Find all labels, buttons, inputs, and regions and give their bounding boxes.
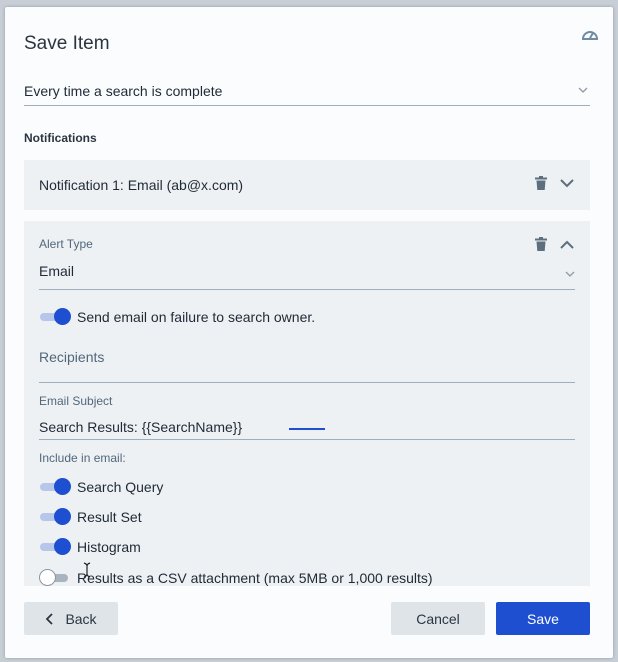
notifications-heading: Notifications	[24, 131, 97, 145]
notification-header[interactable]: Notification 1: Email (ab@x.com)	[24, 160, 590, 210]
chevron-left-icon	[46, 612, 54, 625]
text-cursor-icon	[83, 562, 91, 578]
toggle-knob	[54, 308, 71, 325]
failure-email-label: Send email on failure to search owner.	[77, 309, 316, 325]
toggle-knob	[54, 508, 71, 525]
result-set-label: Result Set	[77, 509, 142, 525]
back-button[interactable]: Back	[24, 602, 118, 635]
frequency-select[interactable]: Every time a search is complete	[24, 81, 590, 106]
alert-type-label: Alert Type	[39, 237, 93, 251]
email-subject-label: Email Subject	[39, 394, 113, 408]
save-label: Save	[527, 610, 559, 627]
trash-icon[interactable]	[535, 176, 547, 190]
toggle-knob	[54, 478, 71, 495]
result-set-toggle[interactable]	[39, 508, 71, 526]
save-item-dialog: Save Item Every time a search is complet…	[5, 7, 613, 658]
email-subject-input[interactable]: Search Results: {{SearchName}}	[39, 419, 242, 435]
histogram-label: Histogram	[77, 539, 141, 555]
recipients-field[interactable]: Recipients	[39, 349, 104, 365]
email-subject-underline	[39, 439, 575, 440]
back-label: Back	[65, 610, 97, 627]
histogram-toggle[interactable]	[39, 538, 71, 556]
cancel-button[interactable]: Cancel	[391, 602, 485, 635]
chevron-down-icon	[578, 87, 588, 93]
scroll-indicator	[289, 428, 325, 430]
notification-detail-panel: Alert Type Email Send email on failure t…	[24, 221, 590, 586]
save-button[interactable]: Save	[496, 602, 590, 635]
toggle-knob	[54, 538, 71, 555]
failure-email-toggle[interactable]	[39, 308, 71, 326]
include-in-email-label: Include in email:	[39, 451, 126, 465]
frequency-value: Every time a search is complete	[24, 83, 223, 99]
trash-icon[interactable]	[535, 237, 547, 251]
notification-label: Notification 1: Email (ab@x.com)	[39, 177, 244, 193]
chevron-up-icon[interactable]	[560, 240, 574, 249]
search-query-label: Search Query	[77, 479, 164, 495]
dialog-title: Save Item	[24, 33, 110, 54]
csv-attachment-toggle[interactable]	[39, 569, 71, 587]
chevron-down-icon[interactable]	[560, 179, 574, 188]
cancel-label: Cancel	[416, 610, 460, 627]
search-query-toggle[interactable]	[39, 478, 71, 496]
toggle-knob	[39, 569, 56, 586]
dashboard-gauge-icon[interactable]	[581, 27, 599, 41]
chevron-down-icon	[565, 271, 575, 277]
csv-attachment-label: Results as a CSV attachment (max 5MB or …	[77, 570, 433, 586]
recipients-underline	[39, 382, 575, 383]
alert-type-value: Email	[39, 263, 75, 279]
alert-type-underline	[39, 289, 575, 290]
